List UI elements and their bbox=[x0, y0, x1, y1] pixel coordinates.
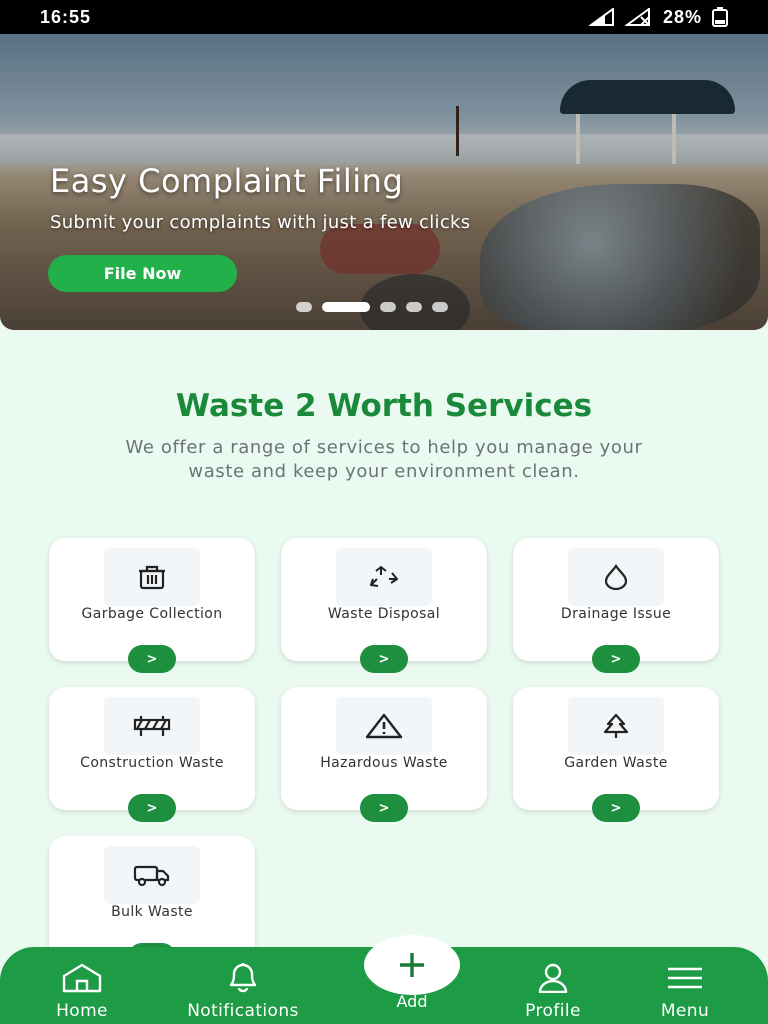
status-time: 16:55 bbox=[40, 6, 92, 27]
plus-icon bbox=[400, 953, 424, 977]
carousel-dot[interactable] bbox=[406, 302, 422, 312]
service-label: Waste Disposal bbox=[327, 606, 441, 622]
trash-bin-icon bbox=[139, 565, 165, 590]
service-card-hazardous-waste[interactable]: Hazardous Waste > bbox=[281, 687, 487, 822]
service-go-button[interactable]: > bbox=[360, 794, 408, 822]
service-card-garden-waste[interactable]: Garden Waste > bbox=[513, 687, 719, 822]
tree-icon bbox=[603, 713, 629, 738]
service-icon-box bbox=[104, 697, 200, 755]
service-icon-box bbox=[104, 548, 200, 606]
nav-menu[interactable]: Menu bbox=[640, 947, 730, 1024]
carousel-dot[interactable] bbox=[380, 302, 396, 312]
service-go-button[interactable]: > bbox=[128, 794, 176, 822]
nav-profile-label: Profile bbox=[525, 1001, 581, 1021]
carousel-dot-active[interactable] bbox=[322, 302, 370, 312]
service-go-button[interactable]: > bbox=[592, 794, 640, 822]
service-card-drainage-issue[interactable]: Drainage Issue > bbox=[513, 538, 719, 673]
nav-profile[interactable]: Profile bbox=[505, 947, 601, 1024]
service-icon-box bbox=[568, 697, 664, 755]
add-label: Add bbox=[396, 992, 428, 1011]
services-title: Waste 2 Worth Services bbox=[175, 388, 593, 424]
signal-icon bbox=[588, 8, 614, 26]
banner-subtitle: Submit your complaints with just a few c… bbox=[50, 212, 471, 233]
service-card-construction-waste[interactable]: Construction Waste > bbox=[49, 687, 255, 822]
service-go-button[interactable]: > bbox=[128, 645, 176, 673]
service-card-garbage-collection[interactable]: Garbage Collection > bbox=[49, 538, 255, 673]
complaint-banner[interactable]: Easy Complaint Filing Submit your compla… bbox=[0, 34, 768, 330]
service-icon-box bbox=[336, 548, 432, 606]
nav-menu-label: Menu bbox=[660, 1001, 710, 1021]
services-description: We offer a range of services to help you… bbox=[125, 437, 643, 482]
nav-notifications[interactable]: Notifications bbox=[170, 947, 316, 1024]
service-card-waste-disposal[interactable]: Waste Disposal > bbox=[281, 538, 487, 673]
service-label: Bulk Waste bbox=[111, 904, 193, 920]
service-label: Garden Waste bbox=[564, 755, 668, 771]
battery-icon bbox=[712, 7, 728, 27]
service-icon-box bbox=[568, 548, 664, 606]
nav-home-label: Home bbox=[56, 1001, 108, 1021]
hamburger-menu-icon bbox=[666, 963, 704, 993]
bell-icon bbox=[223, 963, 263, 993]
service-go-button[interactable]: > bbox=[592, 645, 640, 673]
status-bar: 16:55 28% bbox=[0, 0, 768, 34]
home-icon bbox=[61, 963, 103, 993]
nav-notifications-label: Notifications bbox=[187, 1001, 299, 1021]
file-now-button[interactable]: File Now bbox=[48, 255, 237, 292]
signal-off-icon bbox=[624, 8, 650, 26]
battery-percent: 28% bbox=[662, 6, 702, 27]
service-icon-box bbox=[104, 846, 200, 904]
service-label: Hazardous Waste bbox=[320, 755, 448, 771]
service-label: Garbage Collection bbox=[81, 606, 223, 622]
service-label: Construction Waste bbox=[80, 755, 224, 771]
truck-icon bbox=[133, 865, 170, 887]
nav-home[interactable]: Home bbox=[40, 947, 124, 1024]
carousel-dot[interactable] bbox=[432, 302, 448, 312]
service-label: Drainage Issue bbox=[560, 606, 672, 622]
carousel-dot[interactable] bbox=[296, 302, 312, 312]
service-card-bulk-waste[interactable]: Bulk Waste > bbox=[49, 836, 255, 971]
water-drop-icon bbox=[604, 564, 628, 590]
user-icon bbox=[536, 963, 570, 993]
barrier-icon bbox=[133, 716, 171, 736]
add-button[interactable] bbox=[364, 935, 460, 995]
banner-title: Easy Complaint Filing bbox=[50, 162, 404, 200]
carousel-indicator bbox=[296, 302, 448, 312]
service-icon-box bbox=[336, 697, 432, 755]
status-icons: 28% bbox=[588, 6, 728, 28]
recycle-icon bbox=[370, 566, 398, 587]
warning-triangle-icon bbox=[365, 713, 403, 739]
service-go-button[interactable]: > bbox=[360, 645, 408, 673]
